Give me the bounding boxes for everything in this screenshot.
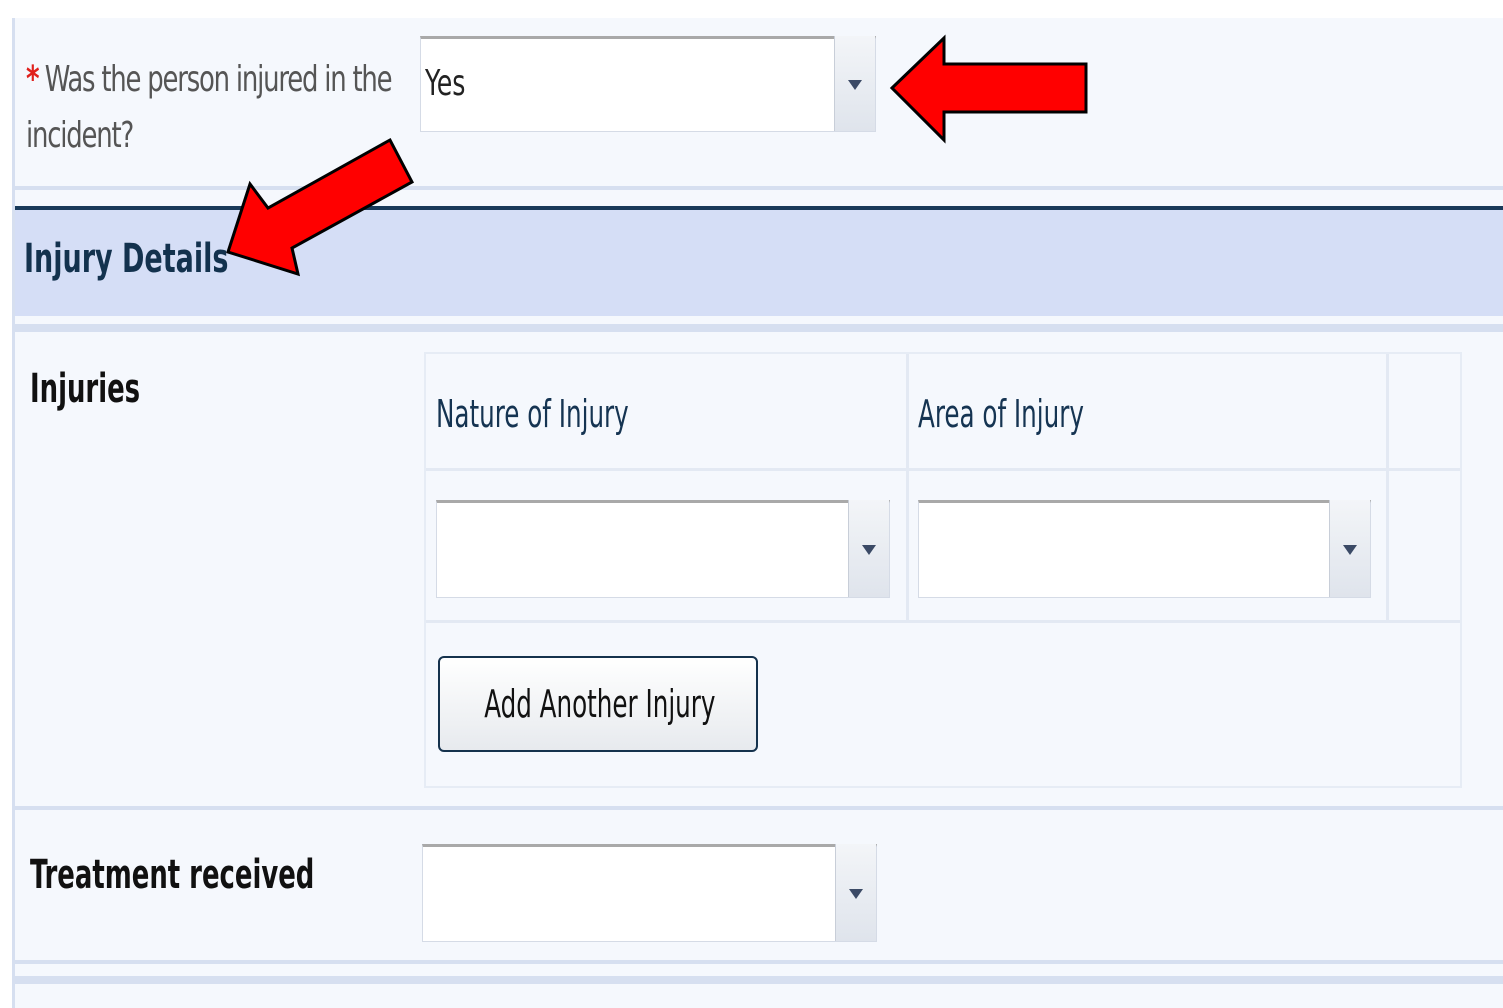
annotation-arrow-icon [889, 34, 1088, 144]
annotation-arrows [226, 34, 1088, 277]
annotation-arrow-icon [226, 137, 415, 277]
